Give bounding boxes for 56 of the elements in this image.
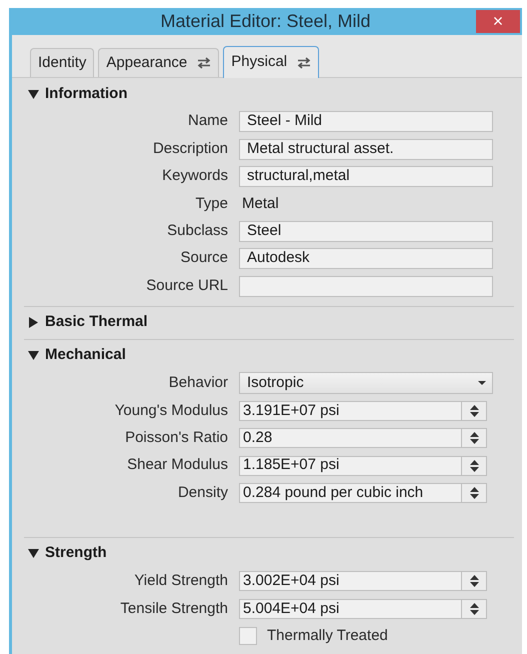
checkbox[interactable] bbox=[239, 627, 257, 646]
spinner-button[interactable] bbox=[462, 598, 487, 619]
up-down-arrows-icon bbox=[470, 602, 478, 615]
spinner-button[interactable] bbox=[462, 428, 487, 448]
field-label: Source URL bbox=[145, 276, 229, 296]
section-header[interactable]: Information bbox=[24, 80, 514, 108]
field-label: Young's Modulus bbox=[114, 400, 229, 421]
field-label: Name bbox=[186, 111, 229, 132]
field-label: Type bbox=[194, 194, 229, 214]
spinner-button[interactable] bbox=[462, 482, 487, 503]
input-field[interactable]: 0.284 pound per cubic inch bbox=[239, 482, 462, 503]
field-label: Density bbox=[176, 482, 229, 503]
field-label: Keywords bbox=[161, 166, 229, 186]
field-label: Yield Strength bbox=[133, 571, 229, 592]
spinner-button[interactable] bbox=[462, 456, 487, 476]
tab[interactable]: Identity bbox=[30, 48, 94, 77]
up-down-arrows-icon bbox=[470, 575, 478, 588]
collapse-arrow-icon bbox=[28, 549, 39, 558]
section-header[interactable]: Strength bbox=[24, 540, 514, 568]
input-field[interactable]: 3.191E+07 psi bbox=[239, 400, 462, 421]
field-label: Poisson's Ratio bbox=[124, 428, 229, 448]
up-down-arrows-icon bbox=[470, 460, 478, 472]
expand-arrow-icon bbox=[28, 317, 39, 328]
input-field[interactable] bbox=[239, 276, 493, 297]
caret-icon bbox=[478, 381, 486, 386]
input-field[interactable]: Steel bbox=[239, 220, 493, 242]
tab[interactable]: Physical bbox=[223, 46, 320, 78]
field-label: Subclass bbox=[166, 221, 229, 241]
checkbox-label: Thermally Treated bbox=[267, 626, 388, 646]
field-label: Description bbox=[152, 138, 229, 159]
spinner-button[interactable] bbox=[462, 400, 487, 421]
field-label: Tensile Strength bbox=[119, 598, 229, 619]
up-down-arrows-icon bbox=[470, 404, 478, 417]
input-field[interactable]: 3.002E+04 psi bbox=[239, 571, 462, 592]
up-down-arrows-icon bbox=[470, 486, 478, 499]
spinner-button[interactable] bbox=[462, 571, 487, 592]
input-field[interactable]: 1.185E+07 psi bbox=[239, 456, 462, 476]
input-field[interactable]: 5.004E+04 psi bbox=[239, 598, 462, 619]
input-field[interactable]: Autodesk bbox=[239, 248, 493, 270]
section-header[interactable]: Mechanical bbox=[24, 342, 514, 370]
window-title: Material Editor: Steel, Mild bbox=[160, 10, 371, 33]
field-label: Behavior bbox=[168, 373, 229, 394]
input-field[interactable]: structural,metal bbox=[239, 166, 493, 187]
input-field[interactable]: 0.28 bbox=[239, 428, 462, 448]
field-value: Metal bbox=[241, 194, 279, 214]
collapse-arrow-icon bbox=[28, 351, 39, 360]
tab[interactable]: Appearance bbox=[98, 48, 220, 77]
dropdown[interactable]: Isotropic bbox=[239, 372, 493, 394]
close-button[interactable]: × bbox=[476, 10, 520, 33]
collapse-arrow-icon bbox=[28, 90, 39, 98]
field-label: Shear Modulus bbox=[126, 455, 229, 476]
field-label: Source bbox=[179, 248, 229, 268]
input-field[interactable]: Steel - Mild bbox=[239, 111, 493, 132]
up-down-arrows-icon bbox=[470, 432, 478, 444]
input-field[interactable]: Metal structural asset. bbox=[239, 138, 493, 160]
section-header[interactable]: Basic Thermal bbox=[24, 306, 514, 339]
